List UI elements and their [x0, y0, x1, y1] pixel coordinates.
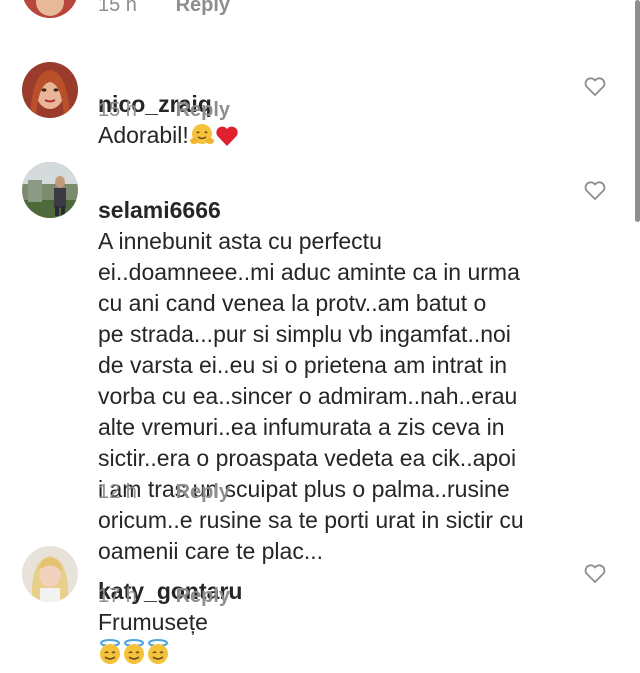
comment-text: Frumusețe	[98, 609, 208, 635]
like-heart-icon[interactable]	[583, 75, 607, 99]
comment-body: selami6666 A innebunit asta cu perfectu …	[98, 164, 538, 567]
smiling-face-with-halo-emoji	[98, 639, 122, 673]
reply-button[interactable]: Reply	[176, 481, 230, 503]
hugging-face-emoji	[189, 123, 215, 155]
smiling-face-with-halo-emoji	[146, 639, 170, 673]
comment-text: Adorabil!	[98, 122, 189, 148]
like-heart-icon[interactable]	[583, 562, 607, 586]
red-heart-emoji	[215, 124, 239, 155]
smiling-face-with-halo-emoji	[122, 639, 146, 673]
username-link[interactable]: selami6666	[98, 197, 221, 223]
comment-time: 15 h	[98, 99, 137, 121]
comment-text: A innebunit asta cu perfectu ei..doamnee…	[98, 228, 524, 564]
comment-body: katy_gontaru Frumusețe	[98, 545, 538, 673]
avatar[interactable]	[22, 62, 78, 118]
avatar[interactable]	[22, 0, 78, 18]
comment-meta: 17 h Reply	[98, 585, 230, 608]
avatar[interactable]	[22, 546, 78, 602]
comment-meta: 15 h Reply	[98, 99, 230, 122]
reply-button[interactable]: Reply	[176, 0, 230, 16]
comment-meta: 12 h Reply	[98, 481, 230, 504]
avatar[interactable]	[22, 162, 78, 218]
comment-meta: 15 h Reply	[98, 0, 230, 17]
comment-time: 15 h	[98, 0, 137, 16]
reply-button[interactable]: Reply	[176, 585, 230, 607]
like-heart-icon[interactable]	[583, 179, 607, 203]
scrollbar[interactable]	[635, 0, 640, 222]
reply-button[interactable]: Reply	[176, 99, 230, 121]
comment-time: 12 h	[98, 481, 137, 503]
comment-time: 17 h	[98, 585, 137, 607]
